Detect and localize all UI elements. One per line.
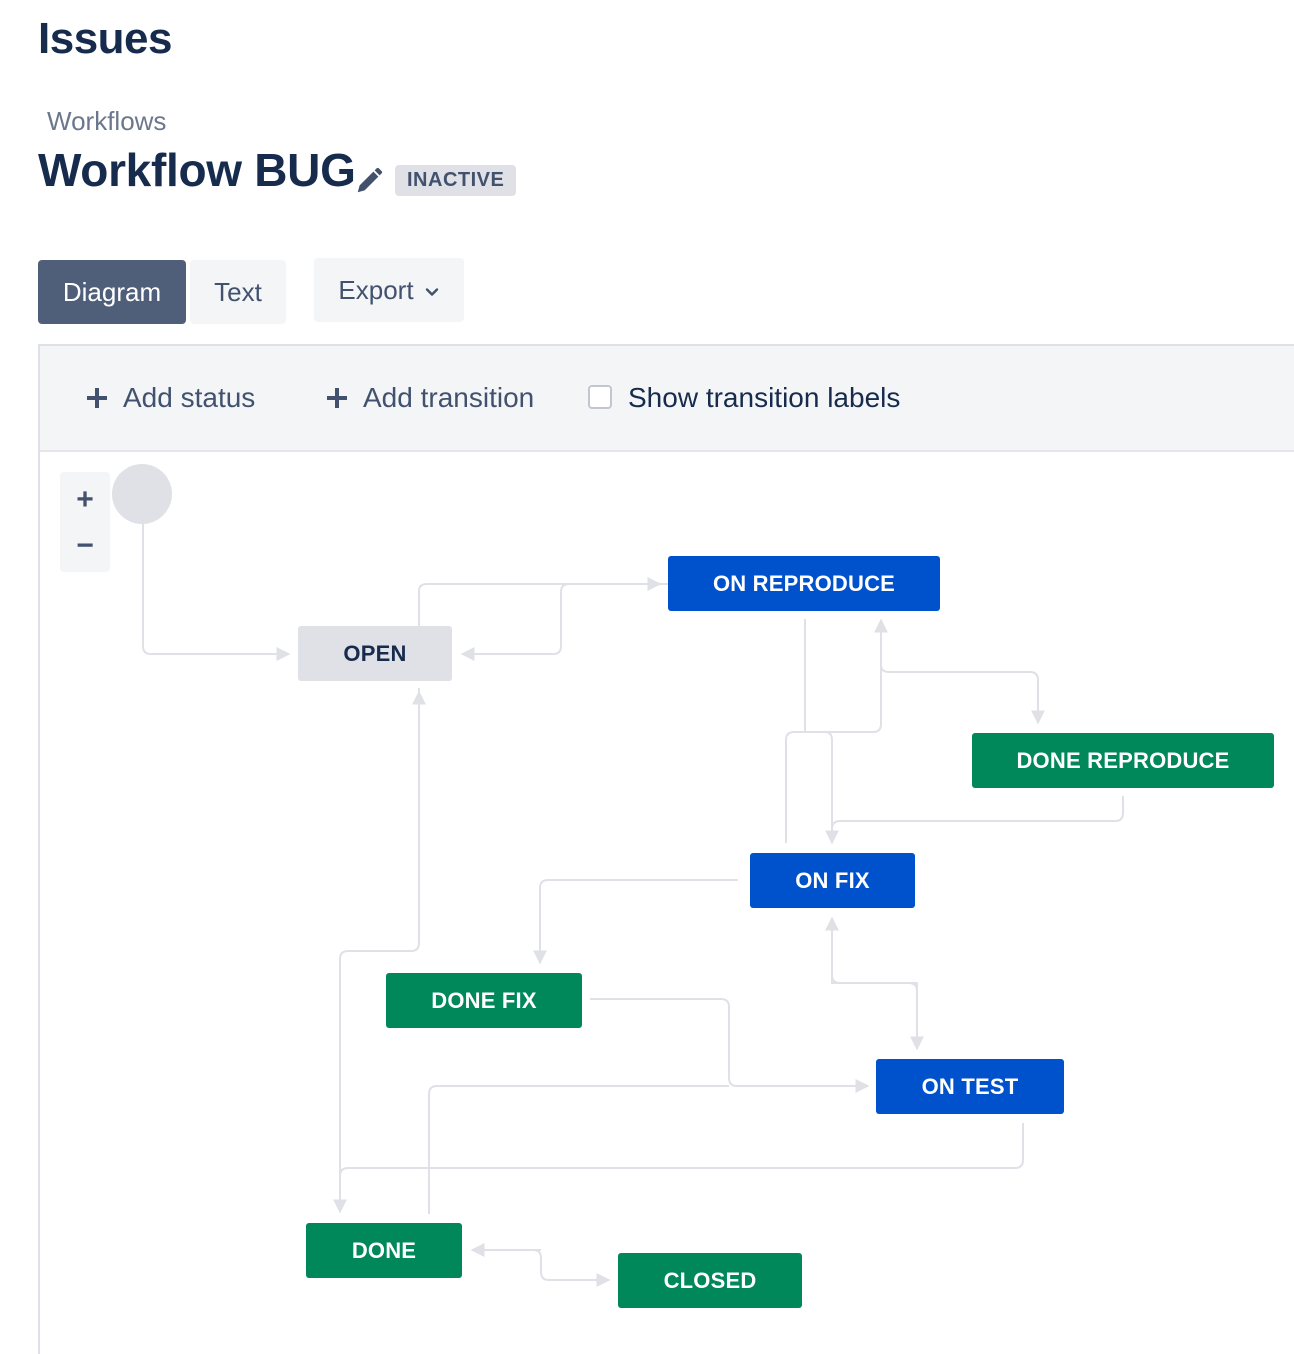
transition-on-fix-on-reproduce <box>785 618 888 843</box>
transition-done-reproduce-on-fix <box>831 796 1124 830</box>
status-node-closed[interactable]: CLOSED <box>618 1253 802 1308</box>
zoom-out-button[interactable]: − <box>60 522 110 570</box>
transition-open-on-reproduce <box>418 577 662 626</box>
status-node-done-fix[interactable]: DONE FIX <box>386 973 582 1028</box>
transition-done-on-test <box>428 1085 729 1214</box>
workflow-page: Issues Workflows Workflow BUG INACTIVE D… <box>0 0 1294 1354</box>
transition-on-reproduce-open <box>460 583 668 661</box>
transition-on-reproduce-done-reproduce <box>880 664 1045 725</box>
status-node-on-test[interactable]: ON TEST <box>876 1059 1064 1114</box>
status-node-done[interactable]: DONE <box>306 1223 462 1278</box>
transition-start-open <box>142 524 291 661</box>
transition-on-test-done <box>333 1123 1024 1214</box>
zoom-controls: + − <box>60 472 110 572</box>
status-node-done-reproduce[interactable]: DONE REPRODUCE <box>972 733 1274 788</box>
start-node[interactable] <box>112 464 172 524</box>
transition-on-fix-done-fix <box>533 879 738 965</box>
transition-on-fix-on-test <box>831 926 924 1051</box>
status-node-on-reproduce[interactable]: ON REPRODUCE <box>668 556 940 611</box>
transition-done-fix-on-test <box>590 998 870 1093</box>
status-node-open[interactable]: OPEN <box>298 626 452 681</box>
transition-connectors <box>142 524 1124 1287</box>
zoom-in-button[interactable]: + <box>60 476 110 524</box>
transition-done-fix-open <box>339 688 420 1175</box>
transition-on-test-on-fix <box>825 916 918 991</box>
transition-done-closed <box>480 1249 611 1287</box>
status-node-on-fix[interactable]: ON FIX <box>750 853 915 908</box>
